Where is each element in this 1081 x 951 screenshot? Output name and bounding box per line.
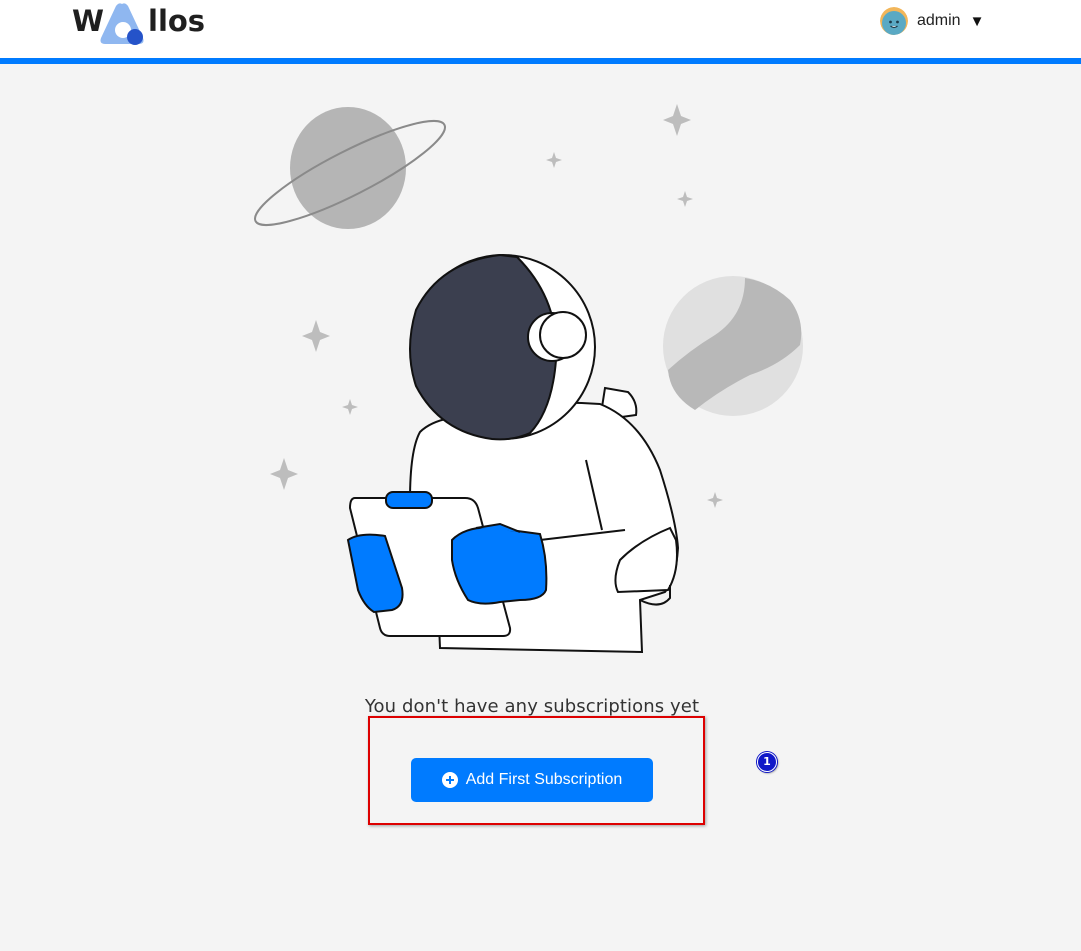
user-menu[interactable]: admin ▼ (880, 6, 984, 36)
plus-circle-icon (441, 772, 458, 788)
add-first-subscription-button[interactable]: Add First Subscription (411, 758, 653, 802)
avatar-face-icon (880, 7, 908, 35)
helmet (409, 253, 596, 441)
logo-mark-icon (100, 3, 144, 45)
logo-text-llos: llos (148, 4, 206, 38)
chevron-down-icon[interactable]: ▼ (970, 13, 985, 30)
right-glove (451, 522, 548, 605)
wallos-logo[interactable]: W llos (72, 2, 212, 46)
top-header: W llos admin ▼ (0, 0, 1081, 64)
annotation-marker: 1 (757, 752, 777, 772)
empty-state-message: You don't have any subscriptions yet (364, 696, 700, 717)
add-button-label: Add First Subscription (465, 771, 623, 788)
astronaut-illustration (254, 104, 803, 654)
ringed-planet (254, 107, 446, 229)
swirl-planet (663, 276, 803, 416)
username-label: admin (917, 12, 961, 29)
